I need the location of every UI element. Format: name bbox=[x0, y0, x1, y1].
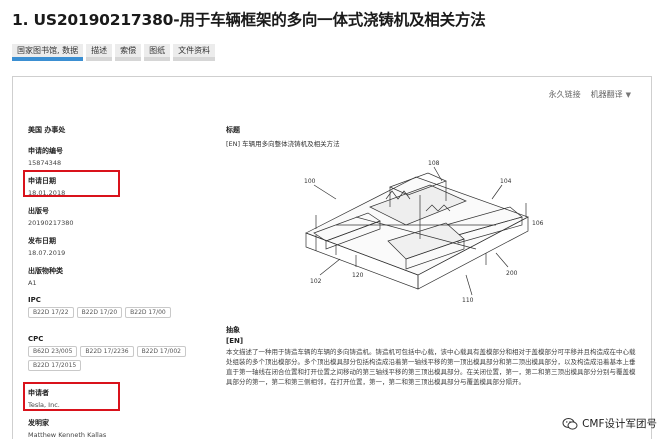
office-label: 美国 办事处 bbox=[28, 126, 66, 134]
machine-translate-dropdown[interactable]: 机器翻译 ▼ bbox=[591, 89, 631, 100]
abstract-section: 抽象 [EN] 本文描述了一种用于铸造车辆的车辆的多向铸造机。铸造机可包括中心载… bbox=[226, 325, 636, 387]
ipc-code-chip[interactable]: B22D 17/20 bbox=[76, 307, 123, 318]
field-cpc: CPC B62D 23/005 B22D 17/2236 B22D 17/002… bbox=[28, 335, 203, 371]
publication-kind-value: A1 bbox=[28, 279, 37, 287]
tab-description[interactable]: 描述 bbox=[86, 44, 113, 61]
title-abstract-section: 标题 [EN] 车辆用多向整体浇铸机及相关方法 100 108 104 102 … bbox=[226, 125, 641, 386]
cpc-label: CPC bbox=[28, 335, 44, 343]
tab-bar: 国家图书馆, 数据 描述 索偿 图纸 文件资料 bbox=[12, 44, 218, 62]
inventor-value: Matthew Kenneth Kallas bbox=[28, 431, 107, 439]
cpc-code-chip[interactable]: B22D 17/002 bbox=[136, 346, 186, 357]
publication-date-label: 发布日期 bbox=[28, 237, 56, 245]
field-office: 美国 办事处 bbox=[28, 125, 65, 135]
field-publication-date: 发布日期 18.07.2019 bbox=[28, 236, 65, 257]
patent-drawing: 100 108 104 102 200 110 106 120 bbox=[304, 160, 544, 304]
ipc-code-chip[interactable]: B22D 17/22 bbox=[28, 307, 74, 318]
cpc-codes: B62D 23/005 B22D 17/2236 B22D 17/002 B22… bbox=[28, 346, 203, 371]
page-title: 1. US20190217380-用于车辆框架的多向一体式浇铸机及相关方法 bbox=[12, 11, 486, 29]
field-ipc: IPC B22D 17/22 B22D 17/20 B22D 17/00 bbox=[28, 296, 203, 318]
drawing-label: 120 bbox=[352, 272, 364, 279]
field-inventor: 发明家 Matthew Kenneth Kallas bbox=[28, 418, 106, 439]
tab-claims[interactable]: 索偿 bbox=[115, 44, 142, 61]
watermark-text: CMF设计军团号 bbox=[582, 418, 657, 430]
application-number-label: 申请的编号 bbox=[28, 147, 63, 155]
field-publication-number: 出版号 20190217380 bbox=[28, 206, 74, 227]
machine-translate-label: 机器翻译 bbox=[590, 90, 623, 99]
wechat-icon bbox=[562, 417, 578, 430]
application-number-value: 15874348 bbox=[28, 159, 62, 167]
cpc-code-chip[interactable]: B62D 23/005 bbox=[28, 346, 78, 357]
ipc-codes: B22D 17/22 B22D 17/20 B22D 17/00 bbox=[28, 307, 203, 318]
heading-value: [EN] 车辆用多向整体浇铸机及相关方法 bbox=[226, 140, 340, 148]
highlight-application-date bbox=[23, 170, 120, 197]
drawing-label: 110 bbox=[462, 297, 474, 304]
tab-documents[interactable]: 文件资料 bbox=[173, 44, 216, 61]
heading-label: 标题 bbox=[226, 126, 240, 134]
tab-drawings[interactable]: 图纸 bbox=[144, 44, 171, 61]
drawing-label: 108 bbox=[428, 160, 440, 167]
ipc-code-chip[interactable]: B22D 17/00 bbox=[125, 307, 171, 318]
publication-date-value: 18.07.2019 bbox=[28, 249, 66, 257]
tab-bibliographic-data[interactable]: 国家图书馆, 数据 bbox=[12, 44, 84, 61]
drawing-label: 100 bbox=[304, 178, 316, 185]
wechat-watermark: CMF设计军团号 bbox=[562, 416, 657, 431]
drawing-label: 106 bbox=[532, 220, 544, 227]
cpc-code-chip[interactable]: B22D 17/2015 bbox=[28, 360, 82, 371]
ipc-label: IPC bbox=[28, 296, 41, 304]
field-publication-kind: 出版物种类 A1 bbox=[28, 266, 63, 287]
field-application-number: 申请的编号 15874348 bbox=[28, 146, 63, 167]
patent-detail-card: 永久链接 机器翻译 ▼ 美国 办事处 申请的编号 15874348 申请日期 18… bbox=[12, 76, 652, 439]
drawing-label: 200 bbox=[506, 270, 518, 277]
permalink-link[interactable]: 永久链接 bbox=[549, 89, 581, 100]
highlight-applicant bbox=[23, 382, 120, 411]
abstract-lang: [EN] bbox=[226, 337, 244, 345]
publication-number-value: 20190217380 bbox=[28, 219, 74, 227]
drawing-label: 102 bbox=[310, 278, 322, 285]
publication-kind-label: 出版物种类 bbox=[28, 267, 63, 275]
drawing-label: 104 bbox=[500, 178, 512, 185]
abstract-text: 本文描述了一种用于铸造车辆的车辆的多向铸造机。铸造机可包括中心载，该中心载具有盖… bbox=[226, 348, 636, 386]
publication-number-label: 出版号 bbox=[28, 207, 49, 215]
inventor-label: 发明家 bbox=[28, 419, 49, 427]
abstract-label: 抽象 bbox=[226, 326, 240, 334]
caret-down-icon: ▼ bbox=[625, 91, 631, 99]
toolbar: 永久链接 机器翻译 ▼ bbox=[549, 89, 631, 100]
cpc-code-chip[interactable]: B22D 17/2236 bbox=[80, 346, 134, 357]
